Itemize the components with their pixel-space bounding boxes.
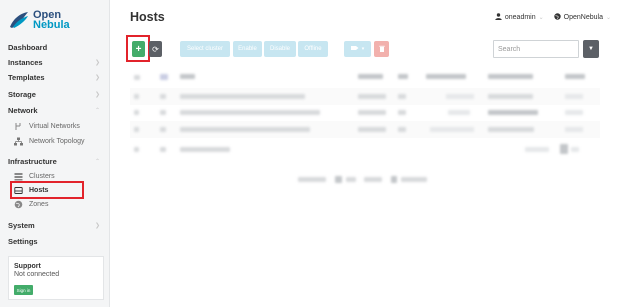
network-icon [14,122,23,131]
chevron-down-icon: ⌄ [538,15,544,21]
trash-icon [378,45,385,54]
opennebula-logo-icon [8,9,30,31]
chevron-down-icon: ⌄ [605,15,611,21]
offline-button[interactable]: Offline [298,41,328,57]
user-icon [495,13,502,22]
page-title: Hosts [130,10,165,24]
chevron-right-icon: ❯ [94,222,100,229]
user-menu[interactable]: oneadmin ⌄ [495,13,544,22]
table-row-content [130,123,600,137]
chevron-down-icon: ▾ [361,46,365,52]
sidebar-item-storage[interactable]: Storage ❯ [8,87,104,101]
tag-icon [350,45,359,53]
opennebula-logo[interactable]: Open Nebula [8,6,88,34]
user-menu-area: oneadmin ⌄ OpenNebula ⌄ [495,13,611,22]
sidebar-item-settings[interactable]: Settings [8,234,104,248]
add-button[interactable]: + [132,41,145,57]
sidebar-item-label: Network [8,105,38,115]
username: oneadmin [504,14,536,21]
enable-button[interactable]: Enable [233,41,262,57]
sidebar-item-network[interactable]: Network ⌃ [8,103,104,117]
delete-button[interactable] [374,41,389,57]
sidebar-item-virtual-networks[interactable]: Virtual Networks [14,119,80,133]
sidebar-item-label: Instances [8,57,43,67]
sign-in-button[interactable]: Sign in [14,285,33,295]
chevron-right-icon: ❯ [94,59,100,66]
sidebar-item-instances[interactable]: Instances ❯ [8,55,104,69]
support-panel: Support Not connected Sign in [8,256,104,300]
clusters-icon [14,172,23,181]
globe-icon [14,200,23,209]
zone-menu[interactable]: OpenNebula ⌄ [553,13,611,22]
chevron-down-icon: ▼ [588,46,594,52]
sidebar-item-network-topology[interactable]: Network Topology [14,134,85,148]
sidebar-item-label: System [8,220,35,230]
table-row[interactable] [130,143,600,157]
logo-text-nebula: Nebula [33,19,70,31]
chevron-right-icon: ❯ [94,91,100,98]
labels-button[interactable]: ▾ [344,41,371,57]
sidebar-item-label: Templates [8,72,45,82]
zone-name: OpenNebula [563,14,603,21]
chevron-right-icon: ❯ [94,74,100,81]
sidebar-item-label: Network Topology [29,137,85,145]
table-row-content [130,90,600,104]
support-title: Support [14,263,41,270]
sidebar-item-label: Zones [29,200,49,208]
search-options-button[interactable]: ▼ [583,40,599,58]
sidebar-item-dashboard[interactable]: Dashboard [8,40,104,54]
refresh-button[interactable]: ⟳ [149,41,162,57]
chevron-down-icon: ⌃ [94,158,100,165]
sidebar-item-infrastructure[interactable]: Infrastructure ⌃ [8,154,104,168]
select-cluster-button[interactable]: Select cluster [180,41,230,57]
chevron-down-icon: ⌃ [94,107,100,114]
sidebar: Open Nebula Dashboard Instances ❯ Templa… [0,0,110,307]
sidebar-item-zones[interactable]: Zones [14,197,48,211]
globe-icon [553,13,561,22]
sidebar-item-label: Storage [8,89,36,99]
sidebar-item-label: Infrastructure [8,156,57,166]
search-input[interactable]: Search [493,40,579,58]
disable-button[interactable]: Disable [264,41,296,57]
hosts-highlight-box [10,181,84,199]
sidebar-item-templates[interactable]: Templates ❯ [8,70,104,84]
sidebar-item-label: Settings [8,236,38,246]
table-row[interactable] [130,106,600,120]
sidebar-item-label: Dashboard [8,42,48,52]
refresh-icon: ⟳ [152,44,159,54]
sidebar-item-label: Virtual Networks [29,122,80,130]
sidebar-item-label: Clusters [29,172,55,180]
sidebar-item-system[interactable]: System ❯ [8,218,104,232]
table-header-row [130,71,600,85]
support-status: Not connected [14,271,60,278]
topology-icon [14,137,23,146]
